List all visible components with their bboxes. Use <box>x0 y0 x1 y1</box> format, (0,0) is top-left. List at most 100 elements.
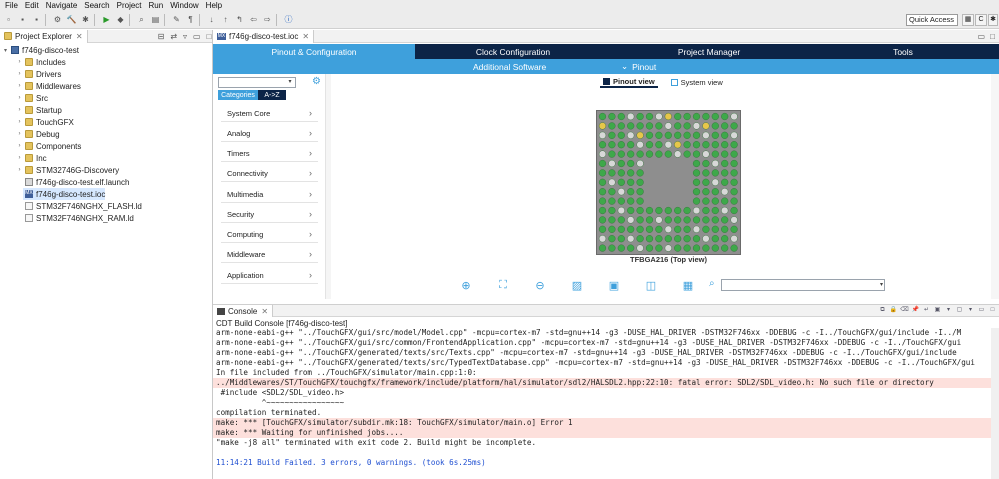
pin-icon[interactable]: 📌 <box>911 306 920 315</box>
pin-ball[interactable] <box>598 159 607 168</box>
category-security[interactable]: Security › <box>221 206 318 223</box>
pin-ball[interactable] <box>655 122 663 130</box>
pin-ball[interactable] <box>636 235 644 243</box>
pin-ball[interactable] <box>711 112 719 121</box>
pin-ball[interactable] <box>683 216 691 224</box>
tree-item-inc[interactable]: › Inc <box>16 152 47 164</box>
menu-window[interactable]: Window <box>170 1 198 10</box>
chevron-right-icon[interactable]: › <box>16 131 23 137</box>
pin-ball[interactable] <box>702 206 710 215</box>
pin-ball[interactable] <box>730 188 738 196</box>
pin-ball[interactable] <box>608 159 616 168</box>
pin-ball[interactable] <box>721 197 729 205</box>
category-computing[interactable]: Computing › <box>221 226 318 243</box>
pin-ball[interactable] <box>674 141 682 149</box>
pin-ball[interactable] <box>627 216 635 224</box>
pin-ball[interactable] <box>721 206 729 215</box>
pin-ball[interactable] <box>636 225 644 233</box>
chevron-right-icon[interactable]: › <box>16 71 23 77</box>
pin-ball[interactable] <box>627 225 635 233</box>
menu-file[interactable]: File <box>5 1 18 10</box>
pin-ball[interactable] <box>683 112 691 121</box>
pin-ball[interactable] <box>692 188 701 196</box>
pin-ball[interactable] <box>711 150 719 158</box>
pin-ball[interactable] <box>711 122 719 130</box>
grid-layout-icon[interactable]: ▦ <box>680 277 696 293</box>
gear-icon[interactable]: ⚙ <box>312 76 321 87</box>
pin-ball[interactable] <box>636 159 644 168</box>
pin-ball[interactable] <box>730 206 738 215</box>
pin-ball[interactable] <box>692 159 701 168</box>
pin-ball[interactable] <box>627 178 635 186</box>
chevron-right-icon[interactable]: › <box>16 83 23 89</box>
pin-ball[interactable] <box>692 244 701 252</box>
copy-icon[interactable]: ⧉ <box>878 306 887 315</box>
pin-ball[interactable] <box>598 225 607 233</box>
pin-ball[interactable] <box>730 112 738 121</box>
view-menu-icon[interactable]: ▿ <box>183 32 187 41</box>
chevron-down-icon[interactable]: ▾ <box>285 78 295 87</box>
maximize-icon[interactable]: □ <box>988 306 997 315</box>
pin-ball[interactable] <box>636 141 644 149</box>
pin-ball[interactable] <box>683 150 691 158</box>
pin-ball[interactable] <box>636 178 644 186</box>
pin-ball[interactable] <box>608 141 616 149</box>
pin-ball[interactable] <box>702 112 710 121</box>
pin-ball[interactable] <box>721 122 729 130</box>
pin-ball[interactable] <box>617 169 625 177</box>
pin-ball[interactable] <box>617 112 625 121</box>
quick-access-field[interactable]: Quick Access <box>906 14 958 26</box>
chevron-down-icon[interactable]: ▾ <box>880 280 883 290</box>
tab-tools[interactable]: Tools <box>807 44 999 59</box>
next-annotation-icon[interactable]: ↓ <box>206 14 217 25</box>
pin-ball[interactable] <box>711 131 719 139</box>
lock-icon[interactable]: 🔒 <box>889 306 898 315</box>
pin-ball[interactable] <box>721 159 729 168</box>
pin-ball[interactable] <box>730 197 738 205</box>
forward-icon[interactable]: ⇨ <box>262 14 273 25</box>
pin-ball[interactable] <box>721 225 729 233</box>
tree-item-components[interactable]: › Components <box>16 140 82 152</box>
pin-ball[interactable] <box>636 206 644 215</box>
maximize-icon[interactable]: □ <box>990 32 995 41</box>
tree-item-src[interactable]: › Src <box>16 92 49 104</box>
pin-ball[interactable] <box>692 150 701 158</box>
pinout-view-tab[interactable]: Pinout view <box>600 76 658 88</box>
pin-ball[interactable] <box>711 235 719 243</box>
pin-ball[interactable] <box>692 235 701 243</box>
collapse-all-icon[interactable]: ⊟ <box>158 32 165 41</box>
pin-ball[interactable] <box>608 244 616 252</box>
chevron-down-icon[interactable]: ▾ <box>966 306 975 315</box>
pin-ball[interactable] <box>655 150 663 158</box>
pin-ball[interactable] <box>721 178 729 186</box>
pin-ball[interactable] <box>692 206 701 215</box>
pin-ball[interactable] <box>636 122 644 130</box>
pin-ball[interactable] <box>730 122 738 130</box>
pin-search-input[interactable]: ▾ <box>721 279 885 291</box>
tree-item-ioc[interactable]: MX f746g-disco-test.ioc <box>23 188 106 200</box>
pin-ball[interactable] <box>702 225 710 233</box>
pin-ball[interactable] <box>721 169 729 177</box>
close-icon[interactable]: ✕ <box>76 32 83 41</box>
pin-ball[interactable] <box>636 169 644 177</box>
pin-ball[interactable] <box>692 112 701 121</box>
last-edit-icon[interactable]: ↰ <box>234 14 245 25</box>
word-wrap-icon[interactable]: ↵ <box>922 306 931 315</box>
pin-ball[interactable] <box>664 225 672 233</box>
pin-ball[interactable] <box>627 188 635 196</box>
pin-ball[interactable] <box>608 150 616 158</box>
pin-ball[interactable] <box>702 178 710 186</box>
tree-item-debug[interactable]: › Debug <box>16 128 60 140</box>
pin-ball[interactable] <box>692 169 701 177</box>
pin-ball[interactable] <box>617 225 625 233</box>
pin-ball[interactable] <box>636 188 644 196</box>
pin-ball[interactable] <box>645 131 654 139</box>
minimize-icon[interactable]: ▭ <box>977 32 985 41</box>
category-middleware[interactable]: Middleware › <box>221 246 318 263</box>
category-application[interactable]: Application › <box>221 267 318 284</box>
pin-ball[interactable] <box>711 216 719 224</box>
tree-item-flash-ld[interactable]: STM32F746NGHX_FLASH.ld <box>23 200 142 212</box>
info-icon[interactable]: ⓘ <box>283 14 294 25</box>
tab-project-manager[interactable]: Project Manager <box>611 44 807 59</box>
pin-ball[interactable] <box>692 122 701 130</box>
